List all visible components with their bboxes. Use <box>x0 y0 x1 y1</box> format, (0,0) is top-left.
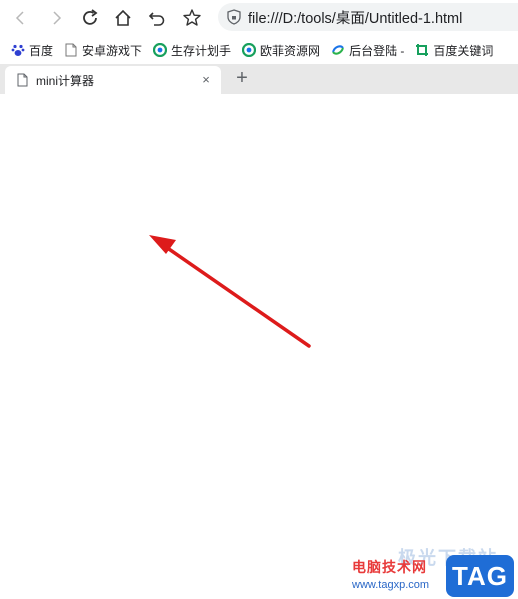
new-tab-button[interactable]: + <box>232 66 252 90</box>
tag-logo-badge: TAG <box>446 555 514 597</box>
baidu-paw-icon <box>11 43 25 57</box>
bookmark-label: 生存计划手 <box>171 43 232 58</box>
page-icon <box>64 43 78 57</box>
bookmark-item-baidu-keywords[interactable]: 百度关键词 <box>415 42 493 59</box>
bookmark-star-button[interactable] <box>179 5 205 31</box>
bookmark-label: 后台登陆 - <box>349 43 405 58</box>
address-bar[interactable]: file:///D:/tools/桌面/Untitled-1.html <box>218 3 518 31</box>
bookmark-item-baidu[interactable]: 百度 <box>11 42 53 59</box>
bookmark-item-android-games[interactable]: 安卓游戏下 <box>64 42 142 59</box>
shield-icon <box>226 9 242 25</box>
home-icon <box>115 9 131 26</box>
page-icon <box>16 73 28 87</box>
chevron-left-icon <box>15 11 24 25</box>
reload-icon <box>83 9 98 25</box>
watermark-url: www.tagxp.com <box>352 579 430 591</box>
browser-toolbar: file:///D:/tools/桌面/Untitled-1.html <box>0 0 518 36</box>
address-url: file:///D:/tools/桌面/Untitled-1.html <box>248 10 463 27</box>
swirl-logo-icon <box>331 43 345 57</box>
home-button[interactable] <box>110 5 136 31</box>
undo-icon <box>148 12 165 26</box>
circle-logo-icon <box>242 43 257 57</box>
bookmark-item-admin-login[interactable]: 后台登陆 - <box>331 42 404 59</box>
red-arrow-annotation <box>149 235 311 348</box>
back-button[interactable] <box>8 5 34 31</box>
crop-icon <box>415 43 429 57</box>
bookmark-label: 欧菲资源网 <box>260 43 321 58</box>
bookmark-label: 安卓游戏下 <box>82 43 143 58</box>
undo-button[interactable] <box>144 5 170 31</box>
bookmarks-bar: 百度 安卓游戏下 生存计划手 欧菲资源网 后台登陆 - 百度关键词 <box>0 36 518 64</box>
watermark-site-name: 电脑技术网 <box>352 559 427 575</box>
page-content <box>0 94 518 599</box>
tab-mini-calculator[interactable]: mini计算器 × <box>5 66 221 94</box>
bookmark-label: 百度 <box>29 43 54 58</box>
bookmark-label: 百度关键词 <box>433 43 494 58</box>
reload-button[interactable] <box>77 5 103 31</box>
bookmark-item-survival-plan[interactable]: 生存计划手 <box>153 42 231 59</box>
chevron-right-icon <box>53 11 62 25</box>
tab-strip: mini计算器 × <box>0 64 518 94</box>
star-icon <box>183 9 201 26</box>
circle-logo-icon <box>153 43 168 57</box>
tab-title: mini计算器 <box>36 73 95 88</box>
tab-close-button[interactable]: × <box>199 73 213 87</box>
forward-button[interactable] <box>43 5 69 31</box>
bookmark-item-oufei-resources[interactable]: 欧菲资源网 <box>242 42 320 59</box>
